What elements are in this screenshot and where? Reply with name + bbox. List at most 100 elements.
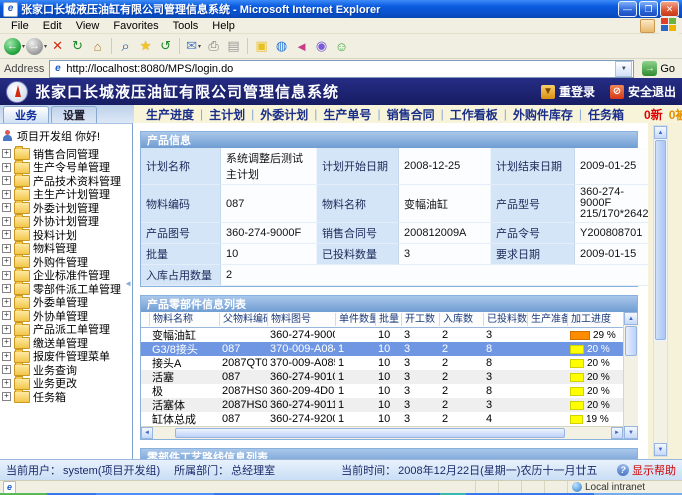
expand-icon[interactable]: + (2, 338, 11, 347)
back-button[interactable]: ←▾ (4, 36, 25, 56)
scroll-thumb[interactable] (655, 140, 666, 340)
column-header[interactable]: 生产准备 (527, 313, 567, 326)
nav-link[interactable]: 任务箱 (588, 106, 624, 123)
nav-link[interactable]: 主计划 (209, 106, 245, 123)
scroll-thumb[interactable] (175, 428, 565, 438)
scroll-left-button[interactable]: ◄ (141, 427, 153, 439)
column-header[interactable]: 单件数量 (335, 313, 375, 326)
discuss-button[interactable]: ▣ (252, 36, 271, 56)
menu-item[interactable]: Tools (166, 20, 206, 32)
parts-row[interactable]: 极 2087HS002 360-209-4D010 1 10 3 2 8 20 … (141, 384, 623, 398)
scroll-down-button[interactable]: ▼ (654, 443, 667, 456)
sidebar-collapse-handle[interactable]: ◄ (124, 279, 132, 288)
back-dropdown-icon[interactable]: ▾ (22, 43, 25, 50)
parts-vertical-scrollbar[interactable]: ▲ ▼ (623, 312, 638, 439)
menu-item[interactable]: View (69, 20, 107, 32)
expand-icon[interactable]: + (2, 298, 11, 307)
nav-link[interactable]: 生产单号 (323, 106, 371, 123)
forward-button[interactable]: →▾ (26, 36, 47, 56)
expand-icon[interactable]: + (2, 176, 11, 185)
home-button[interactable]: ⌂ (88, 36, 107, 56)
menu-item[interactable]: Edit (36, 20, 69, 32)
edit-button[interactable]: ▤ (224, 36, 243, 56)
messenger-button[interactable]: ☺ (332, 36, 351, 56)
expand-icon[interactable]: + (2, 149, 11, 158)
expand-icon[interactable]: + (2, 163, 11, 172)
nav-link[interactable]: 工作看板 (450, 106, 498, 123)
expand-icon[interactable]: + (2, 217, 11, 226)
relogin-button[interactable]: ▼ 重登录 (541, 83, 595, 100)
rejected-tasks-badge[interactable]: 0被拒绝 (669, 106, 682, 123)
nav-link[interactable]: 生产进度 (146, 106, 194, 123)
forward-dropdown-icon[interactable]: ▾ (44, 43, 47, 50)
expand-icon[interactable]: + (2, 365, 11, 374)
history-button[interactable]: ↺ (156, 36, 175, 56)
menu-item[interactable]: Help (205, 20, 242, 32)
parts-row[interactable]: 活塞 087 360-274-9010F 1 10 3 2 3 20 % (141, 370, 623, 384)
show-help-button[interactable]: ? 显示帮助 (617, 462, 676, 478)
expand-icon[interactable]: + (2, 190, 11, 199)
address-input[interactable] (66, 62, 612, 75)
parts-row[interactable]: G3/8接头 087 370-009-A0840 1 10 3 2 8 20 % (141, 342, 623, 356)
scroll-up-button[interactable]: ▲ (654, 126, 667, 139)
progress-bar (570, 359, 584, 368)
expand-icon[interactable]: + (2, 244, 11, 253)
mail-dropdown-icon[interactable]: ▾ (198, 43, 201, 50)
expand-icon[interactable]: + (2, 379, 11, 388)
main-vertical-scrollbar[interactable]: ▲ ▼ (653, 125, 668, 457)
expand-icon[interactable]: + (2, 257, 11, 266)
new-tasks-badge[interactable]: 0新 (644, 106, 663, 123)
sidebar-tab[interactable]: 设置 (51, 106, 97, 123)
mail-button[interactable]: ✉▾ (184, 36, 203, 56)
expand-icon[interactable]: + (2, 311, 11, 320)
nav-link[interactable]: 销售合同 (387, 106, 435, 123)
scroll-down-button[interactable]: ▼ (624, 426, 638, 439)
media-button[interactable]: ◄ (292, 36, 311, 56)
research-button[interactable]: ◉ (312, 36, 331, 56)
column-header[interactable]: 物料图号 (267, 313, 335, 326)
parts-row[interactable]: 变幅油缸 360-274-9000F 10 3 2 3 29 % (141, 328, 623, 342)
expand-icon[interactable]: + (2, 203, 11, 212)
parts-row[interactable]: 接头A 2087QT002 370-009-A0850 1 10 3 2 8 2… (141, 356, 623, 370)
column-header[interactable]: 开工数 (401, 313, 439, 326)
nav-link[interactable]: 外委计划 (260, 106, 308, 123)
parts-horizontal-scrollbar[interactable]: ◄ ► (141, 426, 623, 439)
scroll-up-button[interactable]: ▲ (624, 312, 638, 325)
minimize-button[interactable]: — (618, 1, 637, 17)
expand-icon[interactable]: + (2, 271, 11, 280)
column-header[interactable]: 已投料数 (483, 313, 527, 326)
column-header[interactable]: 加工进度 (567, 313, 623, 326)
expand-icon[interactable]: + (2, 284, 11, 293)
scroll-thumb[interactable] (625, 326, 637, 356)
sidebar-tab[interactable]: 业务 (3, 106, 49, 123)
expand-icon[interactable]: + (2, 352, 11, 361)
stop-button[interactable]: ✕ (48, 36, 67, 56)
maximize-button[interactable]: ❐ (639, 1, 658, 17)
logout-button[interactable]: ⊘ 安全退出 (610, 83, 676, 100)
scroll-right-button[interactable]: ► (611, 427, 623, 439)
address-dropdown-icon[interactable]: ▼ (615, 61, 632, 77)
column-header[interactable]: 物料名称 (149, 313, 219, 326)
search-button[interactable]: ⌕ (116, 36, 135, 56)
expand-icon[interactable]: + (2, 230, 11, 239)
print-button[interactable]: ⎙ (204, 36, 223, 56)
favorites-button[interactable]: ★ (136, 36, 155, 56)
address-field[interactable]: e ▼ (49, 60, 634, 78)
menu-item[interactable]: File (4, 20, 36, 32)
go-button[interactable]: → Go (639, 61, 678, 76)
menu-item[interactable]: Favorites (106, 20, 165, 32)
close-button[interactable]: ✕ (660, 1, 679, 17)
parts-row[interactable]: 活塞体 2087HS002 360-274-9011W 1 10 3 2 3 2… (141, 398, 623, 412)
column-header[interactable]: 父物料编码 (219, 313, 267, 326)
refresh-button[interactable]: ↻ (68, 36, 87, 56)
nav-link[interactable]: 外购件库存 (513, 106, 573, 123)
parts-row[interactable]: 缸体总成 087 360-274-9200F 1 10 3 2 4 19 % (141, 412, 623, 426)
messenger-globe-button[interactable]: ◍ (272, 36, 291, 56)
column-header[interactable] (141, 313, 149, 326)
tree-item[interactable]: + 业务更改 (2, 377, 132, 391)
expand-icon[interactable]: + (2, 325, 11, 334)
column-header[interactable]: 批量 (375, 313, 401, 326)
tree-item[interactable]: + 任务箱 (2, 390, 132, 404)
column-header[interactable]: 入库数 (439, 313, 483, 326)
expand-icon[interactable]: + (2, 392, 11, 401)
